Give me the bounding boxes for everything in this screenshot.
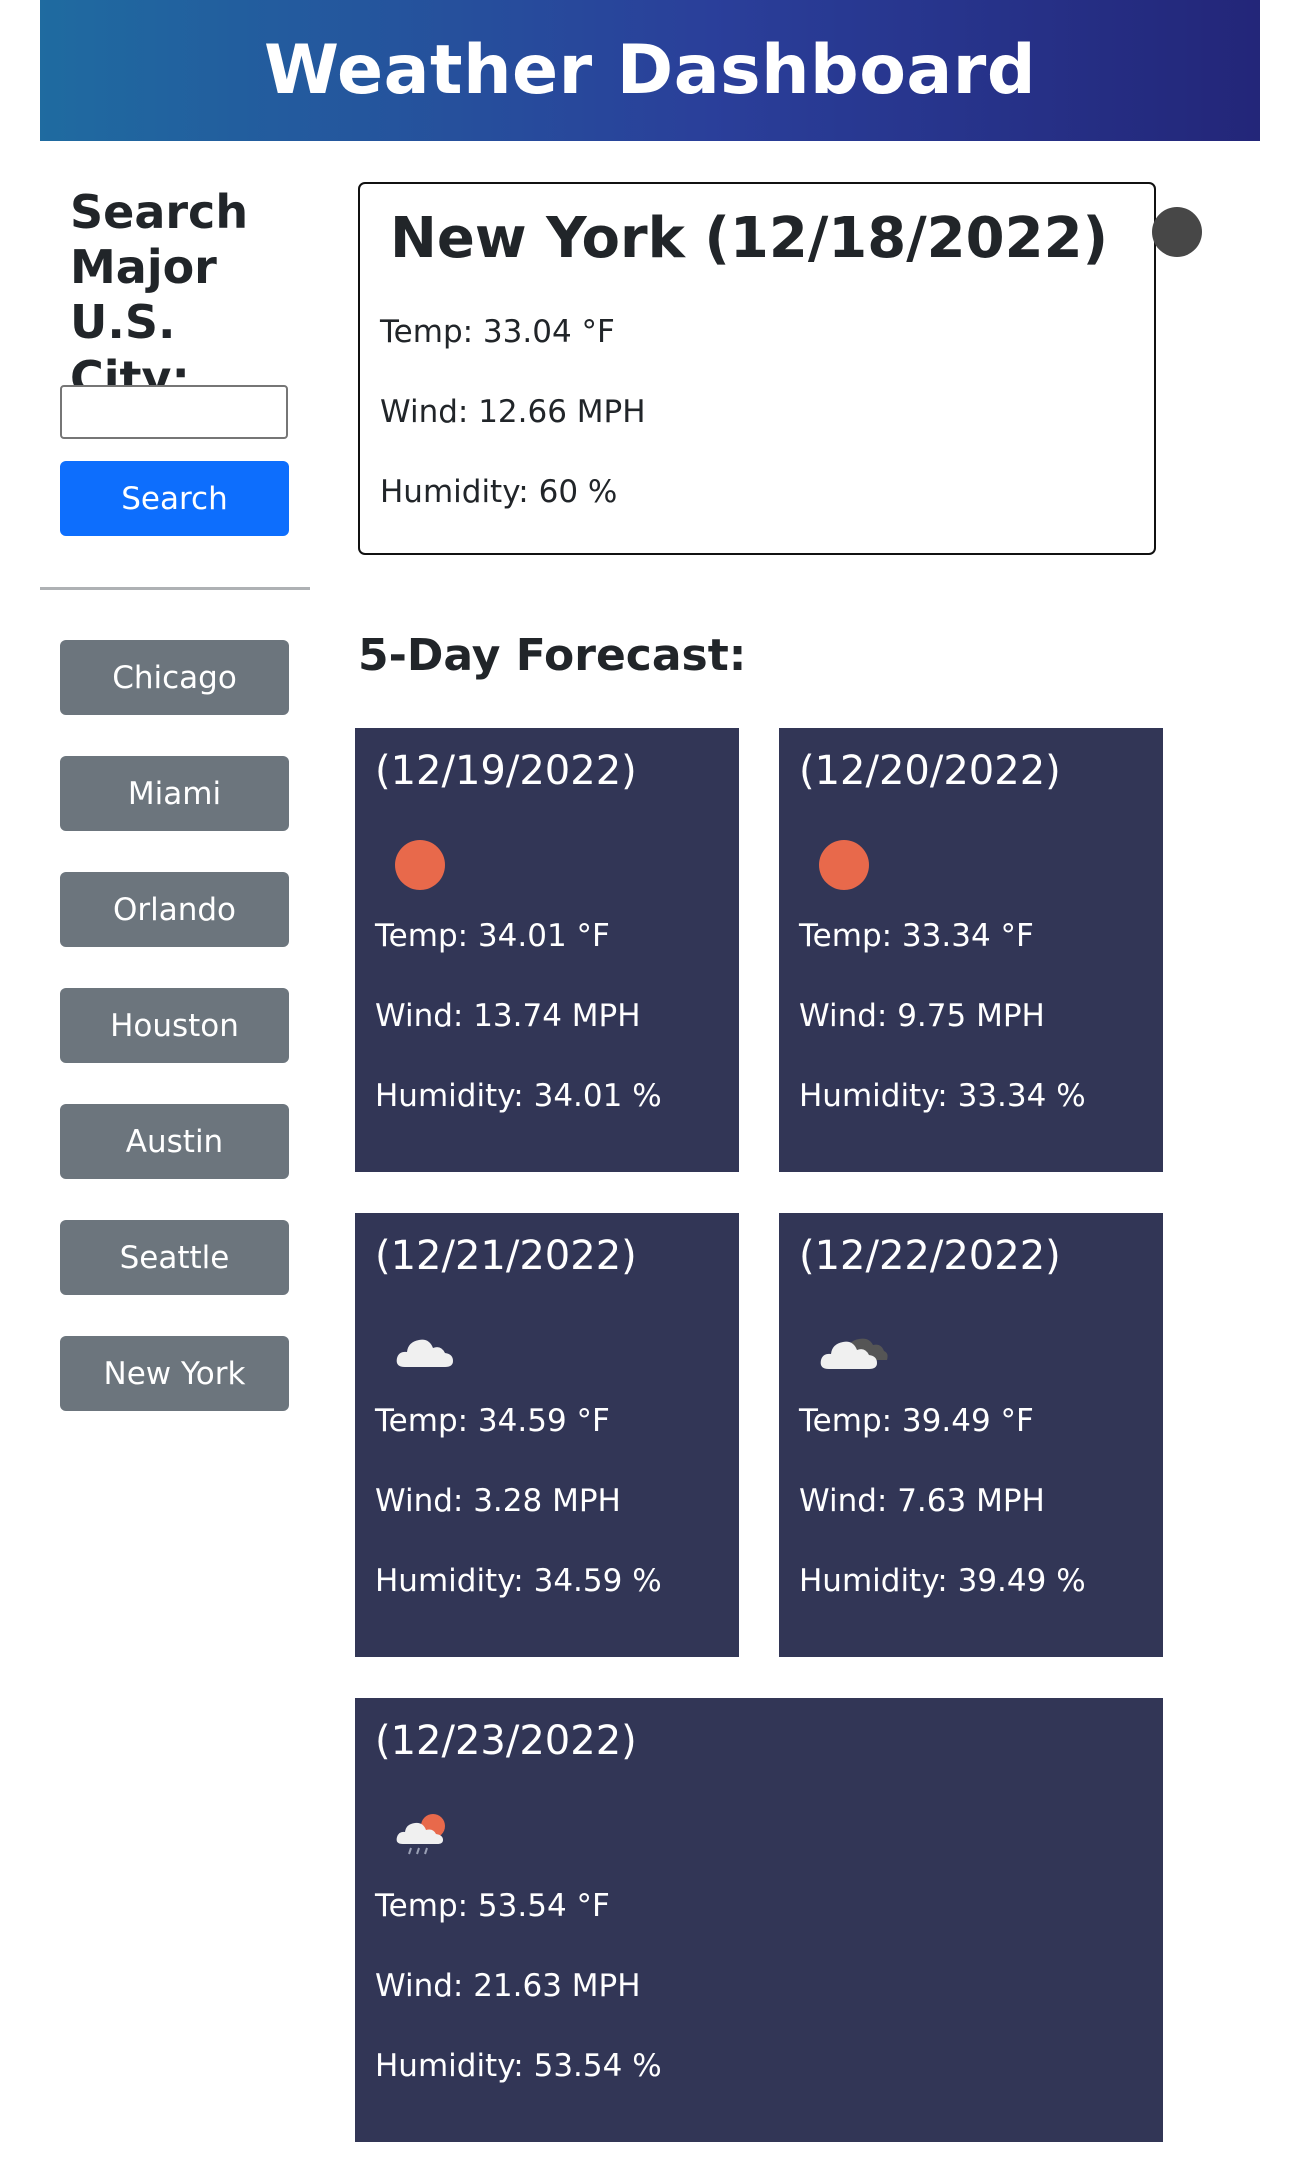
current-temp: Temp: 33.04 °F bbox=[380, 314, 615, 350]
forecast-humidity: Humidity: 34.01 % bbox=[375, 1078, 662, 1114]
forecast-date: (12/19/2022) bbox=[375, 748, 637, 794]
forecast-temp: Temp: 53.54 °F bbox=[375, 1888, 610, 1924]
forecast-date: (12/20/2022) bbox=[799, 748, 1061, 794]
city-history-list: Chicago Miami Orlando Houston Austin Sea… bbox=[60, 640, 289, 1452]
city-button-houston[interactable]: Houston bbox=[60, 988, 289, 1063]
forecast-temp: Temp: 33.34 °F bbox=[799, 918, 1034, 954]
city-search-input[interactable] bbox=[60, 385, 288, 439]
forecast-temp: Temp: 34.01 °F bbox=[375, 918, 610, 954]
forecast-card: (12/21/2022) Temp: 34.59 °F Wind: 3.28 M… bbox=[355, 1213, 739, 1657]
rain-sun-icon bbox=[395, 1808, 459, 1862]
forecast-card: (12/20/2022) Temp: 33.34 °F Wind: 9.75 M… bbox=[779, 728, 1163, 1172]
forecast-humidity: Humidity: 33.34 % bbox=[799, 1078, 1086, 1114]
city-button-seattle[interactable]: Seattle bbox=[60, 1220, 289, 1295]
app-title: Weather Dashboard bbox=[263, 31, 1037, 110]
cloud-icon bbox=[395, 1323, 459, 1377]
forecast-date: (12/23/2022) bbox=[375, 1718, 637, 1764]
city-button-chicago[interactable]: Chicago bbox=[60, 640, 289, 715]
forecast-humidity: Humidity: 53.54 % bbox=[375, 2048, 662, 2084]
moon-icon bbox=[1152, 206, 1203, 271]
forecast-date: (12/22/2022) bbox=[799, 1233, 1061, 1279]
forecast-wind: Wind: 7.63 MPH bbox=[799, 1483, 1045, 1519]
forecast-humidity: Humidity: 39.49 % bbox=[799, 1563, 1086, 1599]
current-weather-card: New York (12/18/2022) Temp: 33.04 °F Win… bbox=[358, 182, 1203, 555]
forecast-date: (12/21/2022) bbox=[375, 1233, 637, 1279]
forecast-wind: Wind: 21.63 MPH bbox=[375, 1968, 641, 2004]
current-wind: Wind: 12.66 MPH bbox=[380, 394, 646, 430]
app-header: Weather Dashboard bbox=[40, 0, 1260, 141]
forecast-card: (12/22/2022) Temp: 39.49 °F Wind: 7.63 M… bbox=[779, 1213, 1163, 1657]
current-city-heading: New York (12/18/2022) bbox=[390, 206, 1203, 271]
sun-icon bbox=[819, 838, 883, 892]
search-button[interactable]: Search bbox=[60, 461, 289, 536]
forecast-wind: Wind: 13.74 MPH bbox=[375, 998, 641, 1034]
forecast-temp: Temp: 39.49 °F bbox=[799, 1403, 1034, 1439]
forecast-wind: Wind: 9.75 MPH bbox=[799, 998, 1045, 1034]
sidebar: Search Major U.S. City: Search Chicago M… bbox=[40, 185, 310, 1425]
sun-icon bbox=[395, 838, 459, 892]
sidebar-divider bbox=[40, 587, 310, 590]
city-button-new-york[interactable]: New York bbox=[60, 1336, 289, 1411]
forecast-heading: 5-Day Forecast: bbox=[358, 630, 747, 681]
current-humidity: Humidity: 60 % bbox=[380, 474, 618, 510]
forecast-wind: Wind: 3.28 MPH bbox=[375, 1483, 621, 1519]
forecast-card: (12/19/2022) Temp: 34.01 °F Wind: 13.74 … bbox=[355, 728, 739, 1172]
search-heading: Search Major U.S. City: bbox=[70, 185, 249, 405]
city-button-austin[interactable]: Austin bbox=[60, 1104, 289, 1179]
forecast-humidity: Humidity: 34.59 % bbox=[375, 1563, 662, 1599]
city-button-miami[interactable]: Miami bbox=[60, 756, 289, 831]
forecast-card: (12/23/2022) Temp: 53.54 °F Wind: 21.63 … bbox=[355, 1698, 1163, 2142]
broken-clouds-icon bbox=[819, 1323, 888, 1377]
current-city-title: New York (12/18/2022) bbox=[390, 206, 1109, 271]
forecast-temp: Temp: 34.59 °F bbox=[375, 1403, 610, 1439]
city-button-orlando[interactable]: Orlando bbox=[60, 872, 289, 947]
